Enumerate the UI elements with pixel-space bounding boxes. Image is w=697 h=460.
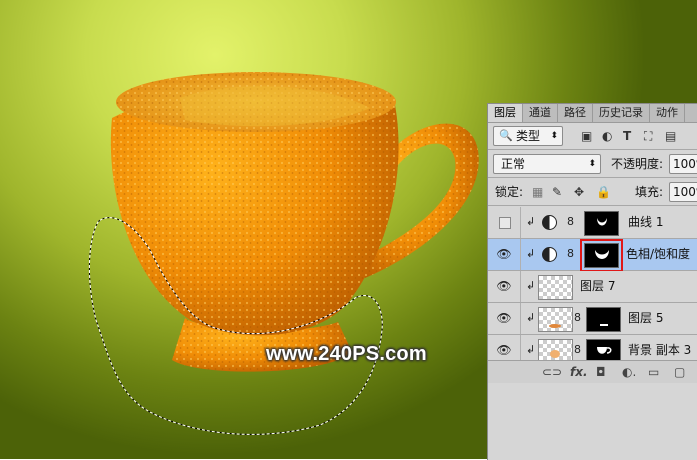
lock-move-icon[interactable]: ✥ [574,184,584,200]
adjustment-layer-icon [542,215,557,230]
layer-thumbnail[interactable] [538,307,573,332]
new-adjustment-icon[interactable]: ◐. [622,364,636,380]
lock-label: 锁定: [495,185,524,199]
link-chain-icon[interactable]: 8 [567,215,574,229]
layer-row[interactable]: 👁 ↲ 图层 7 [488,271,697,303]
lock-row: 锁定: ▦ ✎ ✥ 🔒 填充: 100% [488,178,697,204]
tab-channels[interactable]: 通道 [523,104,558,122]
layer-mask-thumbnail[interactable] [584,211,619,236]
link-chain-icon[interactable]: 8 [574,343,581,357]
search-icon: 🔍 [499,129,513,142]
lock-transparent-icon[interactable]: ▦ [532,184,543,200]
chevron-updown-icon: ⬍ [588,159,596,169]
adjustment-filter-icon[interactable]: ◐ [602,128,612,144]
layer-mask-thumbnail[interactable] [586,307,621,332]
panel-tabs: 图层 通道 路径 历史记录 动作 [488,104,697,123]
add-mask-icon[interactable]: ◘ [596,364,606,380]
link-icon[interactable]: ⊂⊃ [542,364,562,380]
clipping-arrow-icon: ↲ [526,311,536,324]
fill-label: 填充: [635,185,664,199]
eye-icon[interactable]: 👁 [496,247,512,261]
shape-filter-icon[interactable]: ⛶ [644,128,652,144]
watermark-text: www.240PS.com [266,343,427,365]
image-filter-icon[interactable]: ▣ [581,128,592,144]
layer-name[interactable]: 曲线 1 [628,215,663,230]
opacity-input[interactable]: 100% [669,154,697,174]
thumbnail-content [549,324,561,328]
cup-mask-shape [597,218,607,226]
filter-kind-label: 类型 [516,129,541,143]
layer-row-selected[interactable]: 👁 ↲ 8 色相/饱和度 [488,239,697,272]
layer-row[interactable]: 👁 ↲ 8 图层 5 [488,303,697,335]
blend-mode-select[interactable]: 正常 ⬍ [493,154,601,174]
blend-mode-value: 正常 [501,157,526,171]
adjustment-layer-icon [542,247,557,262]
layers-panel: 图层 通道 路径 历史记录 动作 🔍 类型 ⬍ ▣ ◐ T ⛶ ▤ 正常 ⬍ 不… [487,103,697,460]
layer-name[interactable]: 色相/饱和度 [626,247,690,262]
fill-value: 100% [673,185,697,199]
filter-kind-select[interactable]: 🔍 类型 ⬍ [493,126,563,146]
layer-name[interactable]: 背景 副本 3 [628,343,691,358]
opacity-label: 不透明度: [611,157,664,171]
divider [488,205,697,206]
new-layer-icon[interactable]: ▢ [674,364,685,380]
layer-mask-thumbnail[interactable] [580,239,623,272]
opacity-value: 100% [673,157,697,171]
divider [520,239,521,270]
link-chain-icon[interactable]: 8 [574,311,581,325]
tab-paths[interactable]: 路径 [558,104,593,122]
layer-row[interactable]: ↲ 8 曲线 1 [488,207,697,239]
layer-name[interactable]: 图层 7 [580,279,615,294]
tab-layers[interactable]: 图层 [488,104,523,122]
tab-actions[interactable]: 动作 [650,104,685,122]
tab-history[interactable]: 历史记录 [593,104,650,122]
divider [520,303,521,334]
chevron-updown-icon: ⬍ [550,131,558,141]
smart-object-filter-icon[interactable]: ▤ [665,128,676,144]
eye-icon[interactable]: 👁 [496,311,512,325]
panel-footer: ⊂⊃ fx. ◘ ◐. ▭ ▢ [488,360,697,383]
clipping-arrow-icon: ↲ [526,279,536,292]
divider [520,271,521,302]
divider [520,207,521,238]
fill-input[interactable]: 100% [669,182,697,202]
blend-row: 正常 ⬍ 不透明度: 100% [488,150,697,176]
layer-thumbnail[interactable] [538,275,573,300]
layer-name[interactable]: 图层 5 [628,311,663,326]
eye-icon[interactable]: 👁 [496,343,512,357]
filter-row: 🔍 类型 ⬍ ▣ ◐ T ⛶ ▤ [488,123,697,149]
clipping-arrow-icon: ↲ [526,343,536,356]
clipping-arrow-icon: ↲ [526,247,536,260]
clipping-arrow-icon: ↲ [526,215,536,228]
cup-mask-shape [595,250,609,259]
visibility-toggle-off[interactable] [499,217,511,229]
lock-all-icon[interactable]: 🔒 [596,184,611,200]
new-group-icon[interactable]: ▭ [648,364,659,380]
link-chain-icon[interactable]: 8 [567,247,574,261]
mask-content [600,324,608,326]
fx-icon[interactable]: fx. [570,364,588,380]
eye-icon[interactable]: 👁 [496,279,512,293]
lock-brush-icon[interactable]: ✎ [552,184,562,200]
type-filter-icon[interactable]: T [623,128,631,144]
